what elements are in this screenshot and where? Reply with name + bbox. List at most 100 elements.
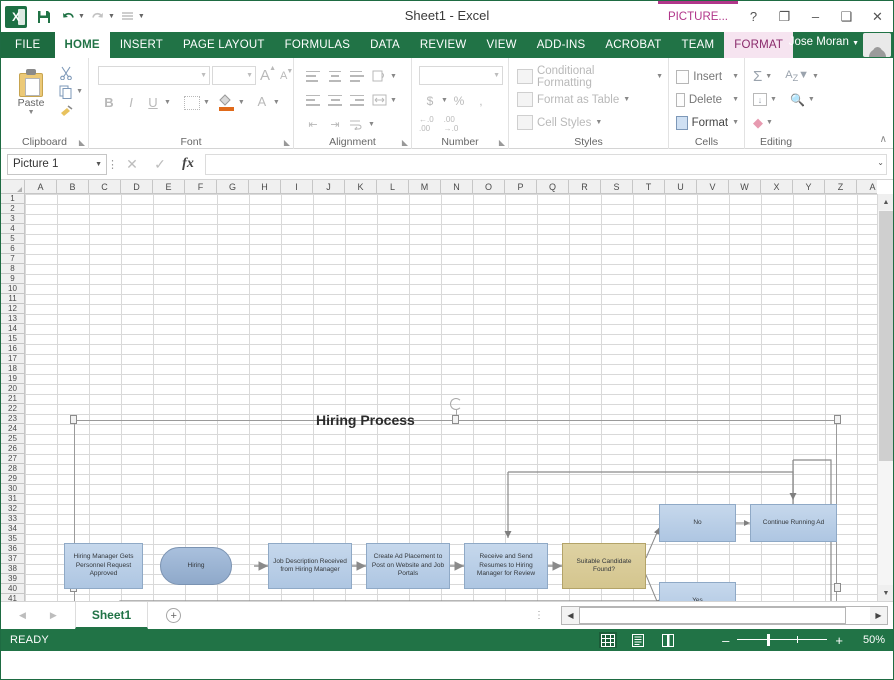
italic-button[interactable]: I — [120, 92, 142, 113]
column-header-d-3[interactable]: D — [121, 180, 153, 194]
font-size-dropdown-icon[interactable]: ▼ — [246, 72, 253, 79]
merge-dropdown-icon[interactable]: ▼ — [390, 97, 397, 104]
font-name-dropdown-icon[interactable]: ▼ — [200, 72, 207, 79]
node-suitable-candidate-decision[interactable]: Suitable Candidate Found? — [562, 543, 646, 589]
column-header-r-17[interactable]: R — [569, 180, 601, 194]
column-header-w-22[interactable]: W — [729, 180, 761, 194]
wrap-text-button[interactable] — [346, 114, 368, 134]
tab-acrobat[interactable]: ACROBAT — [595, 32, 671, 58]
format-as-table-dropdown-icon[interactable]: ▼ — [623, 96, 630, 103]
user-dropdown-icon[interactable]: ▼ — [852, 40, 859, 47]
ribbon-display-options-icon[interactable]: ❐ — [769, 1, 800, 32]
row-header-2[interactable]: 2 — [1, 204, 25, 214]
number-format-dropdown-icon[interactable]: ▼ — [493, 72, 500, 79]
help-button[interactable]: ? — [738, 1, 769, 32]
node-hiring[interactable]: Hiring — [160, 547, 232, 585]
node-no-suitable-candidate[interactable]: No — [659, 504, 736, 542]
column-header-i-8[interactable]: I — [281, 180, 313, 194]
expand-formula-bar-icon[interactable]: ⌄ — [877, 158, 884, 167]
row-header-5[interactable]: 5 — [1, 234, 25, 244]
collapse-ribbon-button[interactable]: ∧ — [880, 134, 887, 145]
row-header-26[interactable]: 26 — [1, 444, 25, 454]
row-header-27[interactable]: 27 — [1, 454, 25, 464]
column-header-g-6[interactable]: G — [217, 180, 249, 194]
copy-icon[interactable] — [56, 82, 76, 101]
column-header-h-7[interactable]: H — [249, 180, 281, 194]
zoom-slider-thumb[interactable] — [767, 634, 770, 646]
underline-dropdown-icon[interactable]: ▼ — [164, 99, 171, 106]
conditional-formatting-button[interactable]: Conditional Formatting ▼ — [517, 65, 663, 88]
horizontal-scrollbar[interactable]: ◀ ▶ — [561, 606, 888, 625]
row-header-20[interactable]: 20 — [1, 384, 25, 394]
avatar[interactable] — [863, 33, 891, 57]
underline-button[interactable]: U — [142, 92, 164, 113]
row-header-23[interactable]: 23 — [1, 414, 25, 424]
user-account-label[interactable]: Jose Moran ▼ — [789, 36, 859, 48]
font-size-input[interactable]: ▼ — [212, 66, 256, 85]
fill-icon[interactable]: ↓ — [753, 93, 767, 106]
row-header-29[interactable]: 29 — [1, 474, 25, 484]
fill-color-button[interactable] — [216, 92, 238, 113]
fill-dropdown-icon[interactable]: ▼ — [770, 96, 777, 103]
paste-dropdown-icon[interactable]: ▼ — [6, 109, 56, 116]
column-header-e-4[interactable]: E — [153, 180, 185, 194]
scroll-left-button[interactable]: ◀ — [562, 607, 579, 624]
zoom-level-label[interactable]: 50% — [851, 634, 885, 646]
column-header-k-10[interactable]: K — [345, 180, 377, 194]
percent-style-button[interactable]: % — [448, 90, 470, 111]
autosum-icon[interactable]: Σ — [753, 68, 762, 85]
tab-file[interactable]: FILE — [1, 32, 55, 58]
rotate-handle[interactable] — [450, 398, 462, 410]
name-box-dropdown-icon[interactable]: ▼ — [95, 161, 102, 168]
column-header-q-16[interactable]: Q — [537, 180, 569, 194]
copy-dropdown-icon[interactable]: ▼ — [76, 88, 83, 95]
row-header-30[interactable]: 30 — [1, 484, 25, 494]
row-header-6[interactable]: 6 — [1, 244, 25, 254]
number-dialog-launcher[interactable]: ◣ — [499, 138, 505, 147]
cancel-formula-button[interactable]: ✕ — [118, 154, 146, 175]
previous-sheet-button[interactable]: ◀ — [19, 610, 26, 621]
scroll-right-button[interactable]: ▶ — [870, 607, 887, 624]
horizontal-scroll-thumb[interactable] — [579, 607, 846, 624]
row-header-15[interactable]: 15 — [1, 334, 25, 344]
zoom-slider[interactable] — [737, 634, 827, 646]
align-left-button[interactable] — [302, 90, 324, 110]
row-header-13[interactable]: 13 — [1, 314, 25, 324]
row-header-1[interactable]: 1 — [1, 194, 25, 204]
format-cells-button[interactable]: Format ▼ — [676, 111, 739, 134]
tab-add-ins[interactable]: ADD-INS — [527, 32, 596, 58]
column-header-p-15[interactable]: P — [505, 180, 537, 194]
add-sheet-button[interactable]: + — [166, 608, 181, 623]
column-header-j-9[interactable]: J — [313, 180, 345, 194]
insert-function-button[interactable]: fx — [174, 154, 202, 175]
node-receive-send-resumes[interactable]: Receive and Send Resumes to Hiring Manag… — [464, 543, 548, 589]
column-header-n-13[interactable]: N — [441, 180, 473, 194]
row-header-4[interactable]: 4 — [1, 224, 25, 234]
column-header-a-26[interactable]: A — [857, 180, 877, 194]
tab-review[interactable]: REVIEW — [410, 32, 477, 58]
row-header-19[interactable]: 19 — [1, 374, 25, 384]
restore-button[interactable]: ❑ — [831, 1, 862, 32]
column-header-y-24[interactable]: Y — [793, 180, 825, 194]
format-as-table-button[interactable]: Format as Table ▼ — [517, 88, 663, 111]
row-header-34[interactable]: 34 — [1, 524, 25, 534]
page-break-preview-button[interactable] — [659, 632, 677, 648]
close-button[interactable]: ✕ — [862, 1, 893, 32]
row-header-16[interactable]: 16 — [1, 344, 25, 354]
insert-cells-button[interactable]: Insert ▼ — [676, 65, 739, 88]
conditional-formatting-dropdown-icon[interactable]: ▼ — [656, 73, 663, 80]
vertical-scroll-thumb[interactable] — [879, 211, 893, 461]
align-center-button[interactable] — [324, 90, 346, 110]
tab-view[interactable]: VIEW — [476, 32, 526, 58]
align-bottom-button[interactable] — [346, 66, 368, 86]
find-select-dropdown-icon[interactable]: ▼ — [808, 96, 815, 103]
bold-button[interactable]: B — [98, 92, 120, 113]
column-header-o-14[interactable]: O — [473, 180, 505, 194]
row-header-33[interactable]: 33 — [1, 514, 25, 524]
row-header-32[interactable]: 32 — [1, 504, 25, 514]
enter-formula-button[interactable]: ✓ — [146, 154, 174, 175]
page-layout-view-button[interactable] — [629, 632, 647, 648]
clear-dropdown-icon[interactable]: ▼ — [766, 119, 773, 126]
formula-input[interactable]: ⌄ — [205, 154, 887, 175]
row-header-28[interactable]: 28 — [1, 464, 25, 474]
